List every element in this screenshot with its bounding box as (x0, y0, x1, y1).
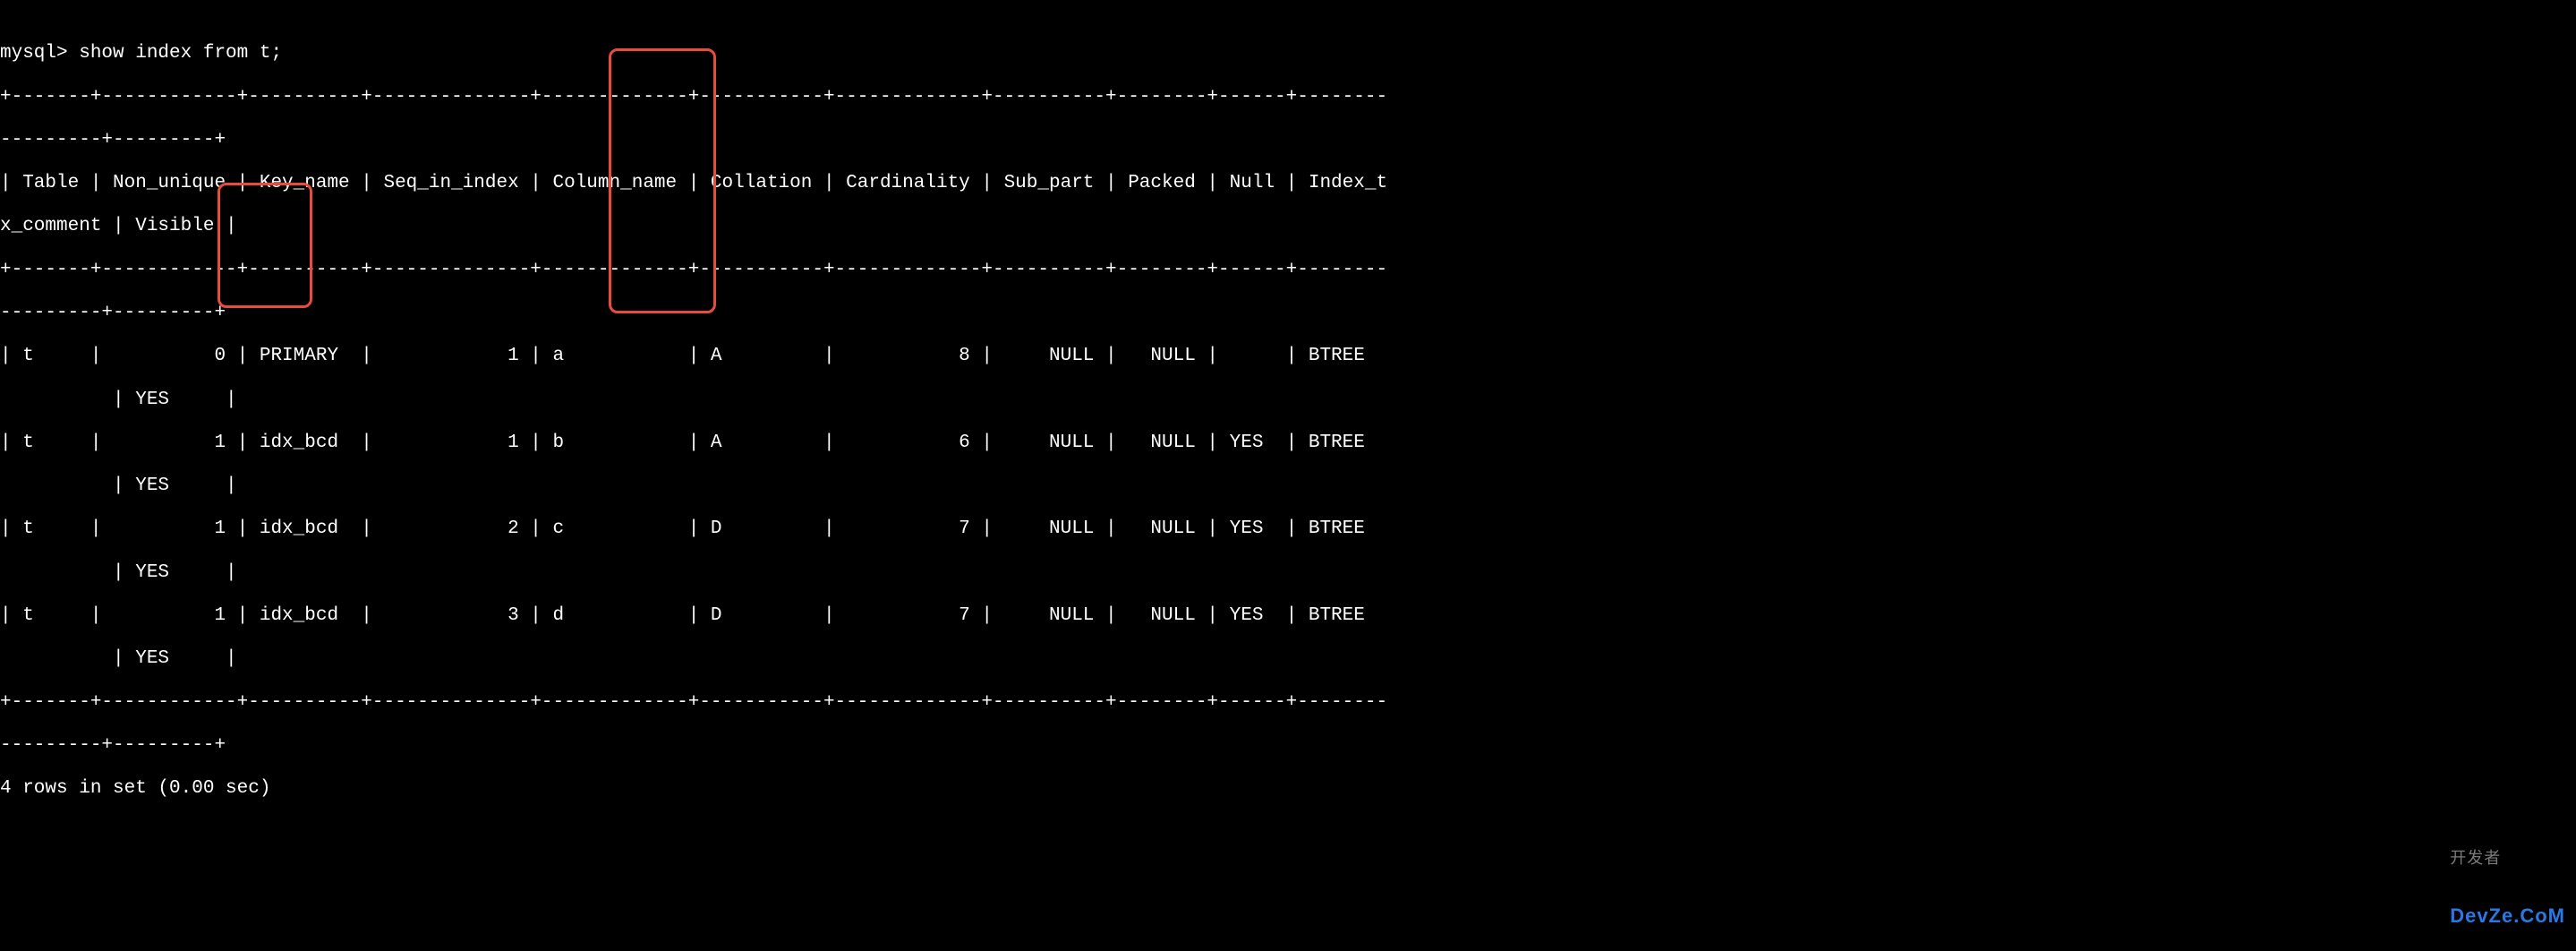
table-border-bottom-2: ---------+---------+ (0, 735, 2576, 757)
table-border-bottom-1: +-------+------------+----------+-------… (0, 692, 2576, 714)
table-border-mid-1: +-------+------------+----------+-------… (0, 260, 2576, 281)
terminal-output: mysql> show index from t; +-------+-----… (0, 0, 2576, 951)
watermark: 开发者 DevZe.CoM (2450, 812, 2565, 946)
header-row-line1: | Table | Non_unique | Key_name | Seq_in… (0, 173, 2576, 194)
rows-in-set-footer: 4 rows in set (0.00 sec) (0, 778, 2576, 800)
data-row-1-line1: | t | 1 | idx_bcd | 1 | b | A | 6 | NULL… (0, 433, 2576, 454)
data-row-2-line2: | YES | (0, 562, 2576, 584)
table-border-top-2: ---------+---------+ (0, 130, 2576, 151)
data-row-1-line2: | YES | (0, 476, 2576, 497)
watermark-main: DevZe.CoM (2450, 904, 2565, 927)
sql-command[interactable]: show index from t; (79, 43, 282, 64)
highlight-idx-bcd-keyname (218, 183, 312, 308)
data-row-0-line1: | t | 0 | PRIMARY | 1 | a | A | 8 | NULL… (0, 346, 2576, 367)
data-row-3-line2: | YES | (0, 648, 2576, 670)
watermark-sub: 开发者 (2450, 849, 2565, 868)
data-row-0-line2: | YES | (0, 390, 2576, 411)
prompt-line: mysql> show index from t; (0, 43, 2576, 64)
header-row-line2: x_comment | Visible | (0, 216, 2576, 237)
data-row-3-line1: | t | 1 | idx_bcd | 3 | d | D | 7 | NULL… (0, 605, 2576, 627)
table-border-mid-2: ---------+---------+ (0, 303, 2576, 324)
data-row-2-line1: | t | 1 | idx_bcd | 2 | c | D | 7 | NULL… (0, 518, 2576, 540)
table-border-top-1: +-------+------------+----------+-------… (0, 87, 2576, 108)
mysql-prompt: mysql> (0, 43, 79, 64)
